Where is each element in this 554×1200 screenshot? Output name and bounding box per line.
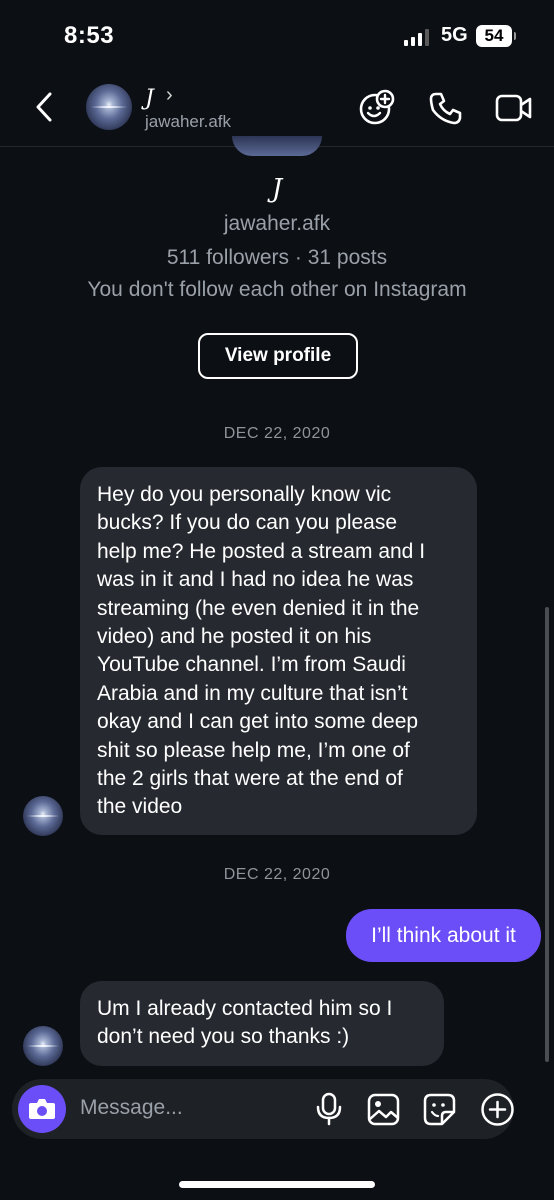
message-input[interactable]: Message... (80, 1096, 183, 1120)
header-display-name[interactable]: J (145, 86, 154, 111)
header-avatar[interactable] (86, 84, 132, 130)
chevron-right-icon[interactable]: › (166, 84, 173, 107)
voice-message-button[interactable] (314, 1092, 344, 1126)
message-line: bucks? If you do can you please (97, 511, 398, 535)
message-line: help me? He posted a stream and I (97, 539, 426, 563)
profile-display-name: J (271, 174, 283, 204)
sticker-button[interactable] (423, 1093, 456, 1126)
camera-icon (29, 1099, 55, 1119)
back-button[interactable] (32, 88, 60, 126)
profile-avatar (232, 136, 322, 156)
effects-button[interactable] (358, 88, 396, 126)
plus-icon (481, 1093, 514, 1126)
message-line: video) and he posted it on his (97, 625, 372, 649)
incoming-message-bubble[interactable]: Um I already contacted him so I don’t ne… (80, 981, 444, 1066)
camera-button[interactable] (18, 1085, 66, 1133)
message-line: YouTube channel. I’m from Saudi (97, 653, 406, 677)
video-call-button[interactable] (495, 93, 533, 123)
message-line: Hey do you personally know vic (97, 483, 392, 506)
message-line: streaming (he even denied it in the (97, 596, 420, 620)
gallery-button[interactable] (367, 1093, 400, 1126)
follow-status-note: You don't follow each other on Instagram (87, 278, 467, 301)
view-profile-button[interactable]: View profile (198, 333, 358, 379)
header-username[interactable]: jawaher.afk (145, 112, 231, 132)
effects-icon (359, 89, 395, 125)
sticker-icon (423, 1093, 456, 1126)
status-time: 8:53 (64, 22, 115, 49)
message-line: the video (97, 795, 183, 819)
message-line: shit so please help me, I’m one of (97, 738, 410, 762)
home-indicator[interactable] (179, 1181, 375, 1188)
profile-username: jawaher.afk (223, 212, 331, 235)
gallery-icon (367, 1093, 400, 1126)
sender-avatar[interactable] (23, 1026, 63, 1066)
message-text: I’ll think about it (371, 924, 516, 947)
profile-stats: 511 followers · 31 posts (166, 246, 388, 269)
cellular-signal-icon (404, 28, 429, 46)
phone-icon (429, 92, 462, 125)
microphone-icon (316, 1092, 342, 1126)
incoming-message-bubble[interactable]: Hey do you personally know vic bucks? If… (80, 467, 477, 835)
scrollbar[interactable] (545, 607, 549, 1062)
message-line: don’t need you so thanks :) (97, 1025, 350, 1049)
message-line: okay and I can get into some deep (97, 710, 419, 734)
sender-avatar[interactable] (23, 796, 63, 836)
date-separator: DEC 22, 2020 (223, 425, 331, 442)
message-line: Um I already contacted him so I (97, 997, 393, 1020)
audio-call-button[interactable] (428, 90, 464, 126)
outgoing-message-bubble[interactable]: I’ll think about it (346, 909, 541, 962)
date-separator: DEC 22, 2020 (223, 866, 331, 883)
battery-indicator: 54 (476, 25, 516, 47)
video-icon (495, 94, 532, 122)
network-label: 5G (441, 24, 468, 46)
message-line: the 2 girls that were at the end of (97, 767, 403, 791)
more-options-button[interactable] (480, 1092, 515, 1127)
back-icon (36, 92, 52, 122)
message-line: Arabia and in my culture that isn’t (97, 681, 408, 705)
message-line: was in it and I had no idea he was (97, 568, 414, 592)
